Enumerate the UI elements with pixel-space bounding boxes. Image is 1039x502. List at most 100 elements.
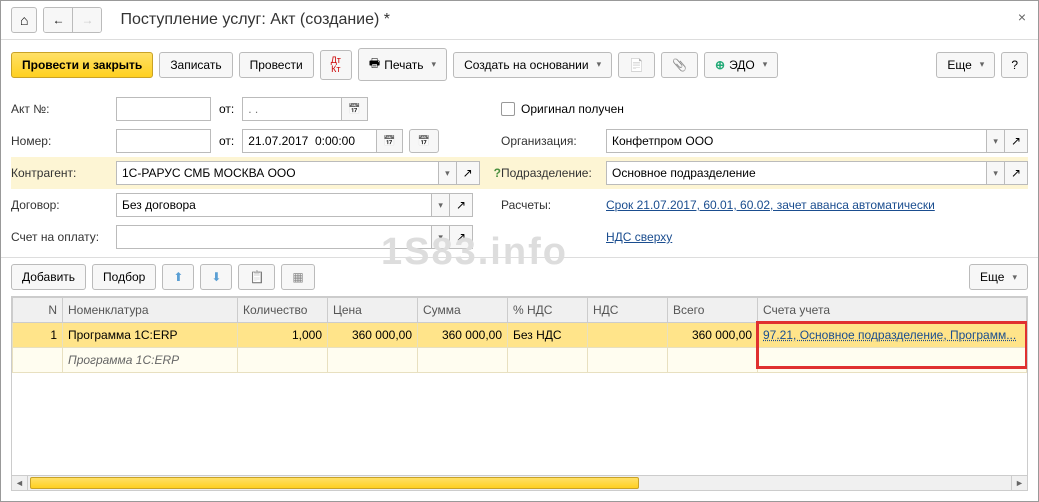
invoice-drop[interactable]: ▾ bbox=[432, 225, 450, 249]
help-button[interactable]: ? bbox=[1001, 52, 1028, 78]
dtkt-button[interactable]: ДтКт bbox=[320, 50, 352, 80]
act-num-input[interactable] bbox=[116, 97, 211, 121]
scrollbar-thumb[interactable] bbox=[30, 477, 639, 489]
scroll-right-arrow[interactable]: ► bbox=[1011, 476, 1027, 490]
cell-price[interactable]: 360 000,00 bbox=[328, 323, 418, 348]
from-label-2: от: bbox=[219, 134, 234, 148]
move-down-button[interactable] bbox=[200, 264, 232, 290]
original-received-checkbox[interactable]: Оригинал получен bbox=[501, 102, 624, 116]
cell-sub-9 bbox=[758, 348, 1027, 373]
organization-open[interactable]: ↗ bbox=[1005, 129, 1028, 153]
form-area: Акт №: от: Оригинал получен Номер: от: bbox=[1, 89, 1038, 257]
act-date-input[interactable] bbox=[242, 97, 342, 121]
organization-input[interactable] bbox=[606, 129, 987, 153]
col-price[interactable]: Цена bbox=[328, 298, 418, 323]
contract-open[interactable]: ↗ bbox=[450, 193, 473, 217]
forward-button[interactable]: → bbox=[73, 8, 101, 32]
table-more-button[interactable]: Еще bbox=[969, 264, 1028, 290]
more-button[interactable]: Еще bbox=[936, 52, 995, 78]
edo-label: ЭДО bbox=[729, 58, 755, 72]
subdivision-open[interactable]: ↗ bbox=[1005, 161, 1028, 185]
close-button[interactable]: × bbox=[1018, 9, 1026, 25]
col-sum[interactable]: Сумма bbox=[418, 298, 508, 323]
contract-drop[interactable]: ▾ bbox=[432, 193, 450, 217]
create-based-button[interactable]: Создать на основании bbox=[453, 52, 612, 78]
cell-sub-n bbox=[13, 348, 63, 373]
invoice-label: Счет на оплату: bbox=[11, 230, 116, 244]
subdivision-label: Подразделение: bbox=[501, 166, 606, 180]
col-n[interactable]: N bbox=[13, 298, 63, 323]
counterparty-open[interactable]: ↗ bbox=[457, 161, 480, 185]
col-vat-pct[interactable]: % НДС bbox=[508, 298, 588, 323]
col-accounts[interactable]: Счета учета bbox=[758, 298, 1027, 323]
vat-link[interactable]: НДС сверху bbox=[606, 230, 672, 244]
print-button[interactable]: Печать bbox=[358, 48, 447, 81]
calendar-button-2[interactable] bbox=[377, 129, 402, 153]
subdivision-input[interactable] bbox=[606, 161, 987, 185]
settlements-label: Расчеты: bbox=[501, 198, 606, 212]
act-num-label: Акт №: bbox=[11, 102, 116, 116]
checkbox-box bbox=[501, 102, 515, 116]
edo-button[interactable]: ЭДО bbox=[704, 52, 778, 78]
invoice-open[interactable]: ↗ bbox=[450, 225, 473, 249]
invoice-input[interactable] bbox=[116, 225, 432, 249]
accounts-link[interactable]: 97.21, Основное подразделение, Программ.… bbox=[763, 328, 1016, 342]
settlements-link[interactable]: Срок 21.07.2017, 60.01, 60.02, зачет ава… bbox=[606, 198, 935, 212]
contract-input[interactable] bbox=[116, 193, 432, 217]
col-qty[interactable]: Количество bbox=[238, 298, 328, 323]
subdivision-drop[interactable]: ▾ bbox=[987, 161, 1005, 185]
col-total[interactable]: Всего bbox=[668, 298, 758, 323]
select-button[interactable]: Подбор bbox=[92, 264, 156, 290]
cell-vat-pct[interactable]: Без НДС bbox=[508, 323, 588, 348]
calendar-button-1[interactable] bbox=[342, 97, 367, 121]
fill-button[interactable] bbox=[281, 264, 314, 290]
print-icon bbox=[369, 54, 380, 75]
cell-sub-7 bbox=[588, 348, 668, 373]
cell-sub-6 bbox=[508, 348, 588, 373]
globe-icon bbox=[715, 58, 725, 72]
cell-sub-4 bbox=[328, 348, 418, 373]
cell-accounts[interactable]: 97.21, Основное подразделение, Программ.… bbox=[758, 323, 1027, 348]
contract-label: Договор: bbox=[11, 198, 116, 212]
cell-qty[interactable]: 1,000 bbox=[238, 323, 328, 348]
cell-n[interactable]: 1 bbox=[13, 323, 63, 348]
add-row-button[interactable]: Добавить bbox=[11, 264, 86, 290]
cell-vat[interactable] bbox=[588, 323, 668, 348]
counterparty-input[interactable] bbox=[116, 161, 439, 185]
cell-sub-5 bbox=[418, 348, 508, 373]
cell-sum[interactable]: 360 000,00 bbox=[418, 323, 508, 348]
cell-total[interactable]: 360 000,00 bbox=[668, 323, 758, 348]
organization-label: Организация: bbox=[501, 134, 606, 148]
cell-nomenclature[interactable]: Программа 1С:ERP bbox=[63, 323, 238, 348]
horizontal-scrollbar[interactable]: ◄ ► bbox=[11, 475, 1028, 491]
home-button[interactable] bbox=[11, 7, 37, 33]
counterparty-help-icon[interactable]: ? bbox=[494, 166, 501, 180]
attach-button[interactable] bbox=[661, 52, 698, 78]
col-nomenclature[interactable]: Номенклатура bbox=[63, 298, 238, 323]
calendar-extra-button[interactable] bbox=[409, 129, 439, 153]
cell-sub-8 bbox=[668, 348, 758, 373]
number-date-input[interactable] bbox=[242, 129, 377, 153]
counterparty-drop[interactable]: ▾ bbox=[439, 161, 457, 185]
table-wrap: N Номенклатура Количество Цена Сумма % Н… bbox=[11, 296, 1028, 476]
back-button[interactable]: ← bbox=[44, 8, 73, 32]
items-table: N Номенклатура Количество Цена Сумма % Н… bbox=[12, 297, 1027, 373]
post-and-close-button[interactable]: Провести и закрыть bbox=[11, 52, 153, 78]
cell-sub-nomenclature[interactable]: Программа 1C:ERP bbox=[63, 348, 238, 373]
main-toolbar: Провести и закрыть Записать Провести ДтК… bbox=[1, 40, 1038, 89]
col-vat[interactable]: НДС bbox=[588, 298, 668, 323]
copy-button[interactable] bbox=[238, 264, 275, 290]
table-row[interactable]: 1 Программа 1С:ERP 1,000 360 000,00 360 … bbox=[13, 323, 1027, 348]
organization-drop[interactable]: ▾ bbox=[987, 129, 1005, 153]
number-label: Номер: bbox=[11, 134, 116, 148]
counterparty-label: Контрагент: bbox=[11, 166, 116, 180]
doc-button[interactable] bbox=[618, 52, 655, 78]
from-label-1: от: bbox=[219, 102, 234, 116]
number-input[interactable] bbox=[116, 129, 211, 153]
save-button[interactable]: Записать bbox=[159, 52, 232, 78]
scroll-left-arrow[interactable]: ◄ bbox=[12, 476, 28, 490]
original-received-label: Оригинал получен bbox=[521, 102, 624, 116]
table-subrow[interactable]: Программа 1C:ERP bbox=[13, 348, 1027, 373]
move-up-button[interactable] bbox=[162, 264, 194, 290]
post-button[interactable]: Провести bbox=[239, 52, 314, 78]
